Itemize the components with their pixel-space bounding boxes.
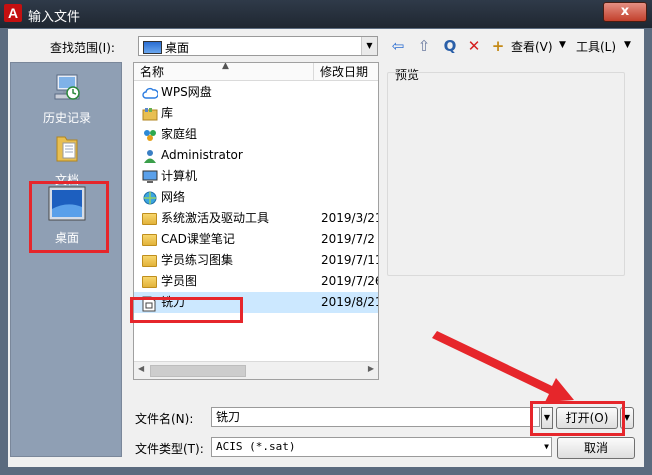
open-file-dialog: A 输入文件 x 查找范围(I): 桌面 ▼ ⇦ ⇧ Q ✕ + 查看(V) ▼… — [0, 0, 652, 475]
annotation-arrow — [432, 331, 574, 402]
